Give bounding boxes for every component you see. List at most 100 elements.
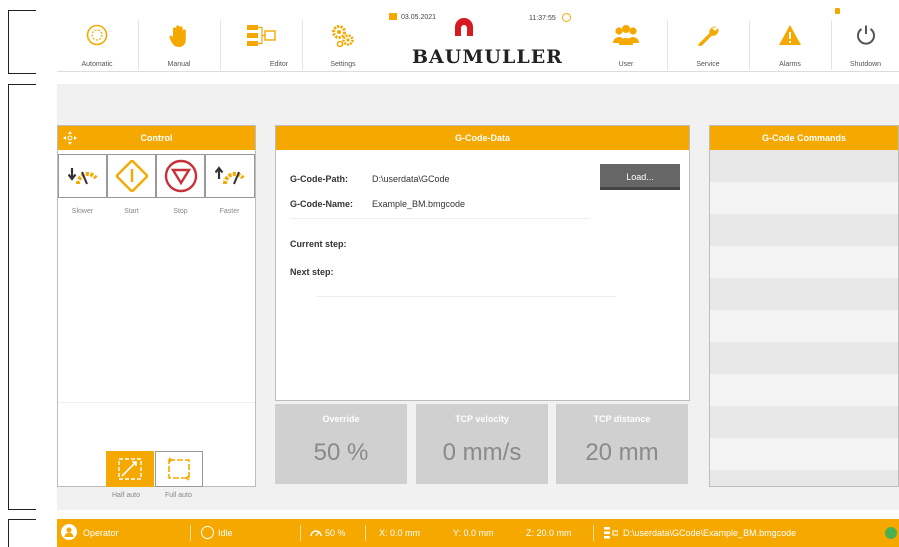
stop-label: Stop: [173, 208, 188, 215]
nav-service[interactable]: Service: [668, 6, 748, 72]
nav-shutdown[interactable]: Shutdown: [832, 6, 899, 72]
automatic-icon: [86, 24, 108, 51]
idle-icon: [201, 526, 214, 539]
nav-alarms[interactable]: Alarms: [750, 6, 830, 72]
list-item[interactable]: [710, 470, 898, 486]
control-panel: Control Slower Start Stop Faster Half au…: [57, 125, 256, 499]
list-item[interactable]: [710, 342, 898, 374]
gcode-commands-panel: G-Code Commands: [709, 125, 899, 487]
nav-manual[interactable]: Manual: [139, 6, 219, 72]
override-value: 50 %: [313, 439, 369, 466]
bracket-middle: [8, 84, 36, 510]
status-divider: [593, 525, 594, 541]
list-item[interactable]: [710, 438, 898, 470]
time-display: 11:37:55: [529, 13, 571, 22]
start-label: Start: [124, 208, 139, 215]
tcp-distance-title: TCP distance: [593, 414, 651, 424]
control-panel-header: Control: [58, 126, 255, 150]
nav-shutdown-label: Shutdown: [849, 61, 882, 68]
status-state: Idle: [218, 528, 233, 538]
nav-user-label: User: [618, 61, 634, 68]
editor-icon: [246, 24, 276, 53]
gcode-data-panel: G-Code-Data G-Code-Path: D:\userdata\GCo…: [275, 125, 690, 401]
status-divider: [190, 525, 191, 541]
status-bar: Operator Idle 50 % X: 0.0 mm Y: 0.0 mm Z…: [57, 519, 899, 547]
bracket-bottom: [8, 519, 36, 547]
start-button[interactable]: [107, 154, 156, 198]
nav-editor-label: Editor: [269, 61, 289, 68]
top-navigation: Automatic Manual Editor Settings 03.05.2…: [57, 6, 899, 72]
gcode-data-header: G-Code-Data: [276, 126, 689, 150]
tcp-velocity-title: TCP velocity: [455, 414, 509, 424]
tcp-velocity-tile: TCP velocity 0 mm/s: [416, 404, 548, 484]
list-item[interactable]: [710, 374, 898, 406]
status-divider: [365, 525, 366, 541]
full-auto-button[interactable]: [155, 451, 203, 487]
next-step-label: Next step:: [290, 267, 334, 277]
nav-editor[interactable]: Editor: [221, 6, 301, 72]
nav-manual-label: Manual: [167, 61, 191, 68]
bracket-top: [8, 10, 36, 74]
status-override: 50 %: [325, 528, 346, 538]
gcode-path-label: G-Code-Path:: [290, 174, 348, 184]
status-x: X: 0.0 mm: [379, 528, 421, 538]
status-file: D:\userdata\GCode\Example_BM.bmgcode: [623, 528, 797, 538]
gcode-name-label: G-Code-Name:: [290, 199, 354, 209]
divider: [58, 402, 255, 403]
override-title: Override: [322, 414, 360, 424]
override-tile: Override 50 %: [275, 404, 407, 484]
clock-icon: [561, 13, 571, 22]
nav-settings[interactable]: Settings: [303, 6, 383, 72]
nav-user[interactable]: User: [586, 6, 666, 72]
half-auto-button[interactable]: [106, 451, 154, 487]
slower-icon: [67, 168, 98, 185]
gcode-name-value: Example_BM.bmgcode: [372, 199, 466, 209]
nav-settings-label: Settings: [330, 61, 356, 68]
nav-alarms-label: Alarms: [779, 61, 801, 68]
list-item[interactable]: [710, 310, 898, 342]
list-item[interactable]: [710, 406, 898, 438]
list-item[interactable]: [710, 246, 898, 278]
nav-automatic[interactable]: Automatic: [57, 6, 137, 72]
speedometer-icon: [310, 528, 322, 539]
warning-icon: [778, 24, 802, 51]
calendar-icon: [389, 13, 397, 20]
status-z: Z: 20.0 mm: [526, 528, 572, 538]
workspace: Control Slower Start Stop Faster Half au…: [57, 84, 899, 510]
status-user: Operator: [83, 528, 119, 538]
half-auto-icon: [118, 458, 142, 480]
stop-button[interactable]: [156, 154, 205, 198]
list-item[interactable]: [710, 214, 898, 246]
nav-service-label: Service: [696, 61, 720, 68]
list-item[interactable]: [710, 278, 898, 310]
divider: [316, 296, 616, 297]
faster-button[interactable]: [205, 154, 255, 198]
brand-logo: BAUMULLER: [412, 46, 563, 68]
hand-icon: [169, 24, 189, 53]
slower-label: Slower: [71, 208, 94, 215]
tcp-distance-value: 20 mm: [585, 439, 659, 466]
status-y: Y: 0.0 mm: [453, 528, 494, 538]
start-icon: [115, 160, 148, 192]
connection-status-icon: [885, 527, 897, 539]
list-item[interactable]: [710, 182, 898, 214]
full-auto-label: Full auto: [165, 492, 192, 499]
tcp-velocity-value: 0 mm/s: [442, 439, 522, 466]
load-button[interactable]: Load...: [600, 164, 680, 190]
tcp-distance-tile: TCP distance 20 mm: [556, 404, 688, 484]
faster-label: Faster: [219, 208, 240, 215]
status-divider: [300, 525, 301, 541]
user-icon: [61, 524, 77, 540]
power-icon: [855, 24, 877, 51]
date-display: 03.05.2021: [389, 13, 436, 21]
users-icon: [611, 24, 641, 51]
current-step-label: Current step:: [290, 239, 347, 249]
full-auto-icon: [168, 457, 190, 481]
wrench-icon: [697, 24, 719, 51]
divider: [290, 218, 590, 219]
slower-button[interactable]: [58, 154, 107, 198]
faster-icon: [215, 166, 245, 185]
gcode-path-value: D:\userdata\GCode: [372, 174, 450, 184]
list-item[interactable]: [710, 150, 898, 182]
gcode-commands-header: G-Code Commands: [710, 126, 898, 150]
